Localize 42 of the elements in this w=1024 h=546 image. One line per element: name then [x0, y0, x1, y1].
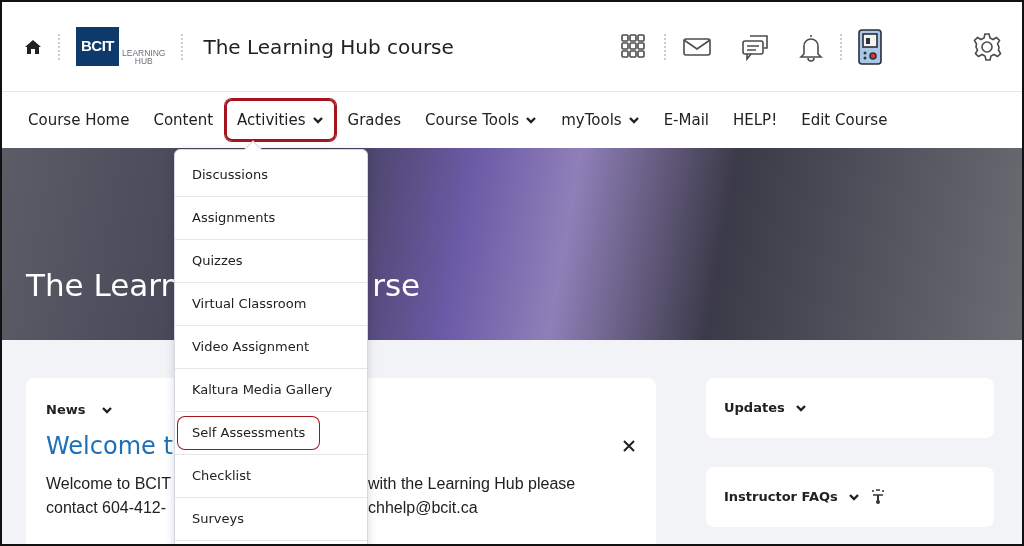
- nav-item[interactable]: Course Tools: [413, 98, 550, 142]
- news-text: Welcome to BCIT: [46, 473, 172, 494]
- widget-title: Updates: [724, 399, 785, 418]
- logo-badge: BCIT: [76, 27, 119, 66]
- menu-item[interactable]: Discussions: [178, 159, 282, 191]
- settings-icon[interactable]: [972, 31, 1002, 62]
- menu-item[interactable]: Checklist: [178, 460, 266, 492]
- course-title: The Learning Hub course: [203, 33, 454, 61]
- menu-item[interactable]: Kaltura Media Gallery: [178, 374, 347, 406]
- menu-item[interactable]: Quizzes: [178, 245, 257, 277]
- menu-item[interactable]: Surveys: [178, 503, 258, 535]
- nav-item[interactable]: Content: [141, 98, 226, 142]
- widget-title: Instructor FAQs: [724, 488, 838, 507]
- handheld-device-icon[interactable]: [858, 28, 882, 65]
- nav-item[interactable]: Course Home: [16, 98, 142, 142]
- grid-icon[interactable]: [620, 32, 648, 61]
- chat-icon[interactable]: [740, 32, 770, 61]
- nav-item[interactable]: myTools: [549, 98, 652, 142]
- logo-text: LEARNING: [122, 48, 166, 58]
- mail-icon[interactable]: [682, 35, 712, 58]
- nav-item[interactable]: Grades: [335, 98, 414, 142]
- banner-title: rse: [372, 265, 421, 305]
- caret-icon[interactable]: [847, 491, 860, 503]
- menu-item[interactable]: Virtual Classroom: [178, 288, 321, 320]
- news-title: News: [46, 401, 86, 419]
- home-icon[interactable]: [24, 37, 42, 56]
- menu-item[interactable]: Self Assessments: [178, 417, 320, 449]
- news-heading: Welcome t: [46, 430, 173, 462]
- logo[interactable]: BCIT LEARNING HUB: [76, 27, 166, 66]
- close-icon[interactable]: [622, 438, 636, 453]
- news-text: chhelp@bcit.ca: [368, 497, 478, 518]
- menu-item[interactable]: Assignments: [178, 202, 290, 234]
- news-text: with the Learning Hub please: [368, 473, 576, 494]
- news-text: contact 604-412-: [46, 497, 167, 518]
- menu-item[interactable]: Video Assignment: [178, 331, 324, 363]
- nav-item[interactable]: HELP!: [721, 98, 790, 142]
- nav-item[interactable]: Activities: [225, 98, 336, 142]
- nav-item[interactable]: Edit Course: [789, 98, 900, 142]
- logo-text: HUB: [134, 57, 153, 66]
- nav-item[interactable]: E-Mail: [651, 98, 721, 142]
- dotted-stem-icon: [869, 488, 886, 506]
- caret-icon[interactable]: [794, 402, 807, 414]
